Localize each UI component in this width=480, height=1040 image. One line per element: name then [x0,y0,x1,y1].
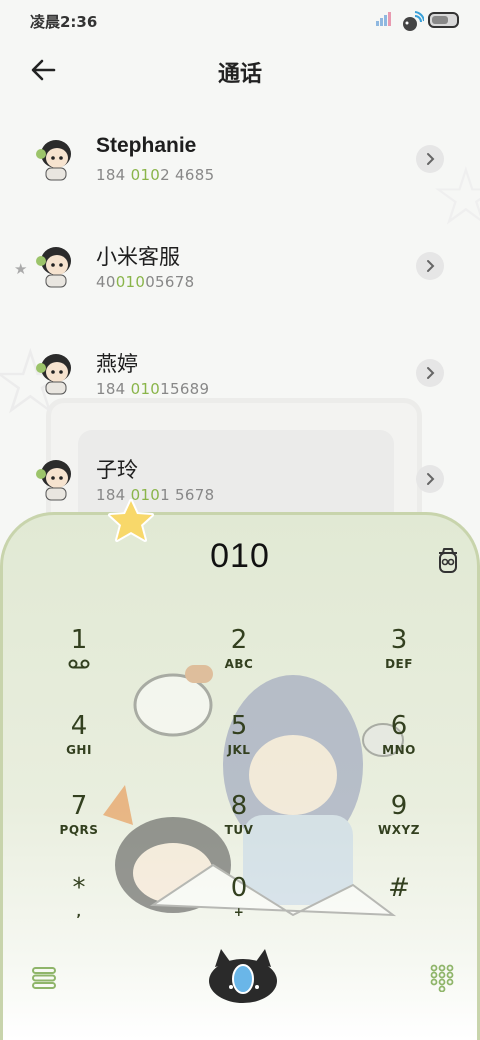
contact-name: Stephanie [96,134,197,157]
status-bar: 凌晨2:36 [0,0,480,40]
dial-key-4[interactable]: 4 GHI [19,711,139,781]
contact-name: 子玲 [96,458,138,482]
number-match-highlight: 010 [130,166,161,184]
menu-icon[interactable] [31,965,57,991]
dial-key-hash[interactable]: # [339,873,459,943]
header: 通话 [0,44,480,96]
avatar [36,247,71,288]
contact-name: 小米客服 [96,245,180,269]
key-letters: PQRS [59,823,99,837]
dial-key-star[interactable]: * , [19,873,139,943]
key-digit: 6 [390,711,408,741]
signal-icon [376,12,392,26]
dial-key-5[interactable]: 5 JKL [179,711,299,781]
contact-row[interactable]: ★ 小米客服 4001005678 [0,231,480,327]
key-digit: 4 [70,711,88,741]
call-icon[interactable] [201,943,285,1007]
key-letters: DEF [385,657,413,671]
key-digit: 7 [70,791,88,821]
voicemail-icon [68,659,90,669]
contact-detail-button[interactable] [416,465,444,493]
dial-key-1[interactable]: 1 [19,625,139,695]
avatar [36,354,71,395]
number-match-highlight: 010 [130,380,161,398]
status-time: 凌晨2:36 [30,13,98,31]
contact-detail-button[interactable] [416,145,444,173]
key-letters: + [233,905,245,919]
contact-detail-button[interactable] [416,359,444,387]
battery-icon [428,12,459,28]
key-letters: ABC [224,657,254,671]
dial-key-8[interactable]: 8 TUV [179,791,299,861]
key-digit: 1 [70,625,88,655]
dial-key-6[interactable]: 6 MNO [339,711,459,781]
key-digit: 5 [230,711,248,741]
keypad-icon[interactable] [429,964,455,992]
key-letters: TUV [224,823,254,837]
avatar [36,140,71,181]
dial-key-3[interactable]: 3 DEF [339,625,459,695]
contact-number: 184 01015689 [96,380,210,398]
chevron-right-icon [427,260,435,272]
dialed-number: 010 [210,537,270,575]
key-letters: WXYZ [378,823,420,837]
key-letters: GHI [66,743,92,757]
contact-number: 184 0102 4685 [96,166,215,184]
key-letters: MNO [382,743,416,757]
avatar [36,460,71,501]
star-icon: ★ [14,260,28,278]
page-title: 通话 [217,62,262,87]
contact-row[interactable]: Stephanie 184 0102 4685 [0,124,480,220]
dial-key-2[interactable]: 2 ABC [179,625,299,695]
dial-key-9[interactable]: 9 WXYZ [339,791,459,861]
key-digit: 3 [390,625,408,655]
delete-icon[interactable] [435,546,461,574]
contact-row[interactable]: 燕婷 184 01015689 [0,338,480,434]
dial-key-0[interactable]: 0 + [179,873,299,943]
key-digit: 0 [230,873,248,903]
contact-number: 4001005678 [96,273,195,291]
key-digit: * [72,873,86,903]
chevron-right-icon [427,153,435,165]
contact-name: 燕婷 [96,352,138,376]
key-digit: 9 [390,791,408,821]
dial-pad-panel: 010 1 2 ABC 3 DEF 4 GHI 5 JKL 6 MNO 7 PQ… [0,512,480,1040]
chevron-right-icon [427,473,435,485]
number-match-highlight: 010 [115,273,146,291]
key-digit: 8 [230,791,248,821]
key-digit: 2 [230,625,248,655]
key-letters: , [76,905,82,919]
dial-key-7[interactable]: 7 PQRS [19,791,139,861]
wifi-mascot-icon [403,11,424,31]
star-sticker-icon [108,499,154,542]
key-letters: JKL [227,743,251,757]
chevron-right-icon [427,367,435,379]
key-digit: # [388,873,410,903]
contact-detail-button[interactable] [416,252,444,280]
